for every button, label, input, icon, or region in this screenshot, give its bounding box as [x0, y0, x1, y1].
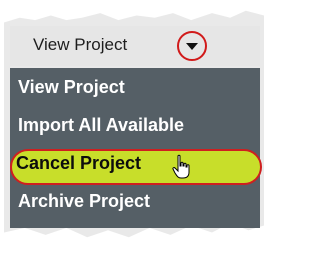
menu-item-label: View Project — [18, 77, 125, 97]
menu-item-cancel-project[interactable]: Cancel Project — [10, 146, 260, 182]
chevron-down-icon — [186, 43, 198, 50]
menu-item-import-all-available[interactable]: Import All Available — [10, 108, 260, 144]
menu-item-archive-project[interactable]: Archive Project — [10, 184, 260, 220]
dropdown-toggle-button[interactable] — [177, 31, 207, 61]
menu-item-label: Import All Available — [18, 115, 185, 135]
menu-item-label: Cancel Project — [16, 153, 142, 173]
hand-cursor-icon — [172, 154, 190, 179]
dropdown-selected-label[interactable]: View Project — [33, 35, 127, 55]
menu-item-label: Archive Project — [18, 191, 151, 211]
screenshot-stage: View Project View Project Import All Ava… — [0, 0, 278, 258]
menu-item-view-project[interactable]: View Project — [10, 70, 260, 106]
dropdown-menu: View Project Import All Available Cancel… — [10, 68, 262, 228]
